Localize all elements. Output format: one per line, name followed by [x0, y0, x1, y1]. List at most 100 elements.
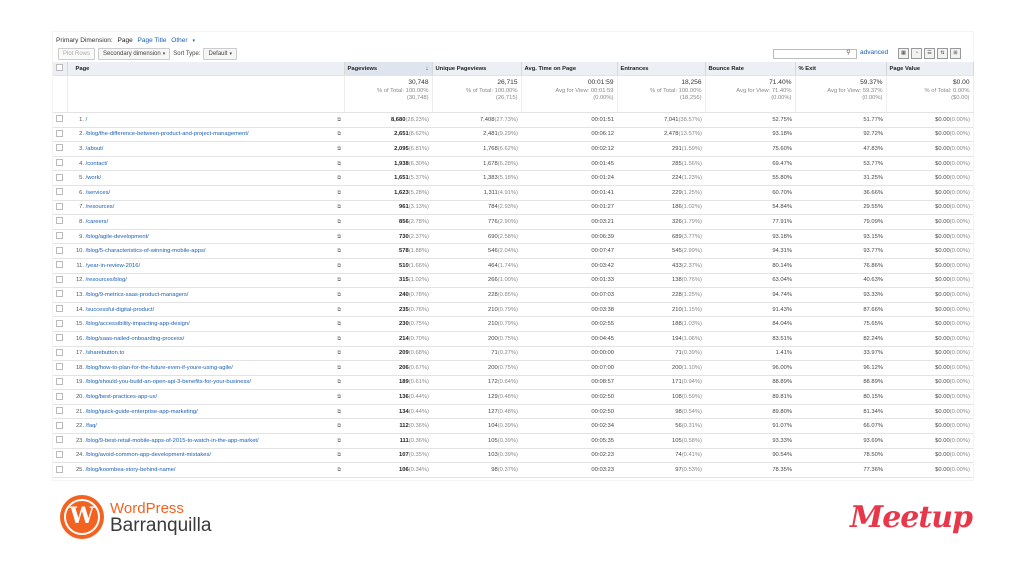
page-link[interactable]: /blog/9-metrics-saas-product-managers/ [86, 292, 189, 298]
page-link[interactable]: /work/ [86, 175, 101, 181]
comparison-view-icon[interactable]: ⇅ [937, 48, 948, 59]
external-link-icon[interactable]: ⧉ [337, 234, 341, 240]
row-checkbox[interactable] [53, 316, 67, 332]
page-link[interactable]: /about/ [86, 146, 104, 152]
external-link-icon[interactable]: ⧉ [337, 248, 341, 254]
column-header-page[interactable]: Page [67, 62, 345, 76]
page-link[interactable]: /blog/9-best-retail-mobile-apps-of-2015-… [86, 438, 259, 444]
column-header-exit[interactable]: % Exit [795, 62, 887, 76]
select-all-checkbox[interactable] [53, 62, 68, 76]
row-checkbox[interactable] [53, 418, 67, 435]
row-checkbox[interactable] [53, 375, 67, 391]
page-link[interactable]: /year-in-review-2016/ [86, 263, 140, 269]
page-link[interactable]: /resources/blog/ [86, 277, 127, 283]
external-link-icon[interactable]: ⧉ [337, 307, 341, 313]
page-link[interactable]: /contact/ [86, 161, 108, 167]
row-checkbox[interactable] [53, 331, 67, 347]
pie-view-icon[interactable]: ◔ [911, 48, 922, 59]
row-checkbox[interactable] [53, 214, 67, 230]
external-link-icon[interactable]: ⧉ [337, 409, 341, 415]
advanced-filter-link[interactable]: advanced [860, 49, 888, 56]
external-link-icon[interactable]: ⧉ [337, 219, 341, 225]
page-link[interactable]: /services/ [86, 190, 110, 196]
page-link[interactable]: /blog/avoid-common-app-development-mista… [86, 452, 211, 458]
column-header-avg-time[interactable]: Avg. Time on Page [521, 62, 618, 76]
sort-type-dropdown[interactable]: Default ▾ [203, 47, 238, 60]
column-header-bounce-rate[interactable]: Bounce Rate [705, 62, 796, 76]
row-checkbox[interactable] [53, 389, 67, 405]
page-link[interactable]: /blog/agile-development/ [86, 234, 149, 240]
external-link-icon[interactable]: ⧉ [337, 263, 341, 269]
external-link-icon[interactable]: ⧉ [337, 452, 341, 458]
row-checkbox[interactable] [53, 141, 67, 157]
external-link-icon[interactable]: ⧉ [337, 117, 341, 123]
row-checkbox[interactable] [53, 404, 67, 420]
row-index: 17. [75, 350, 84, 357]
performance-view-icon[interactable]: ☰ [924, 48, 935, 59]
total-cell: 18,256% of Total: 100.00% (18,256) [617, 75, 706, 113]
row-checkbox[interactable] [53, 156, 67, 172]
page-link[interactable]: /blog/how-to-plan-for-the-future-even-if… [86, 365, 233, 371]
page-link[interactable]: /blog/accessibility-impacting-app-design… [86, 321, 190, 327]
search-icon[interactable]: ⚲ [843, 49, 854, 57]
row-checkbox[interactable] [53, 448, 67, 464]
row-checkbox[interactable] [53, 273, 67, 289]
page-link[interactable]: /careers/ [86, 219, 109, 225]
external-link-icon[interactable]: ⧉ [337, 467, 341, 473]
page-link[interactable]: /blog/should-you-build-an-open-api-3-ben… [86, 379, 251, 385]
external-link-icon[interactable]: ⧉ [337, 292, 341, 298]
row-checkbox[interactable] [53, 229, 67, 245]
external-link-icon[interactable]: ⧉ [337, 175, 341, 181]
page-link[interactable]: /resources/ [86, 204, 115, 210]
external-link-icon[interactable]: ⧉ [337, 379, 341, 385]
external-link-icon[interactable]: ⧉ [337, 204, 341, 210]
column-header-page-value[interactable]: Page Value [886, 62, 974, 76]
external-link-icon[interactable]: ⧉ [337, 336, 341, 342]
row-checkbox[interactable] [53, 170, 67, 186]
external-link-icon[interactable]: ⧉ [337, 190, 341, 196]
page-link[interactable]: / [86, 117, 88, 123]
page-link[interactable]: /blog/quick-guide-enterprise-app-marketi… [86, 409, 198, 415]
row-checkbox[interactable] [53, 360, 67, 376]
external-link-icon[interactable]: ⧉ [337, 350, 341, 356]
dimension-page[interactable]: Page [118, 37, 133, 44]
row-checkbox[interactable] [53, 112, 67, 128]
avg-time-value: 00:07:47 [591, 248, 614, 255]
external-link-icon[interactable]: ⧉ [337, 146, 341, 152]
row-checkbox[interactable] [53, 258, 67, 274]
page-link[interactable]: /faq/ [86, 423, 97, 429]
pivot-view-icon[interactable]: ⊞ [950, 48, 961, 59]
row-checkbox[interactable] [53, 346, 67, 362]
row-checkbox[interactable] [53, 433, 67, 449]
table-view-icon[interactable]: ▦ [898, 48, 909, 59]
page-link[interactable]: /blog/5-characteristics-of-winning-mobil… [86, 248, 206, 254]
external-link-icon[interactable]: ⧉ [337, 131, 341, 137]
external-link-icon[interactable]: ⧉ [337, 394, 341, 400]
plot-rows-button[interactable]: Plot Rows [58, 47, 96, 60]
external-link-icon[interactable]: ⧉ [337, 438, 341, 444]
external-link-icon[interactable]: ⧉ [337, 321, 341, 327]
row-checkbox[interactable] [53, 302, 67, 318]
external-link-icon[interactable]: ⧉ [337, 277, 341, 283]
dimension-other[interactable]: Other ▾ [171, 37, 198, 44]
external-link-icon[interactable]: ⧉ [337, 161, 341, 167]
row-checkbox[interactable] [53, 200, 67, 216]
page-link[interactable]: /successful-digital-product/ [86, 307, 155, 313]
column-header-pageviews[interactable]: Pageviews ↓ [344, 62, 433, 76]
page-link[interactable]: /blog/saas-nailed-onboarding-process/ [86, 336, 185, 342]
secondary-dimension-dropdown[interactable]: Secondary dimension ▾ [98, 47, 171, 60]
dimension-page-title[interactable]: Page Title [138, 37, 167, 44]
row-checkbox[interactable] [53, 462, 67, 478]
row-checkbox[interactable] [53, 127, 67, 143]
page-link[interactable]: /blog/koombea-story-behind-name/ [86, 467, 176, 473]
column-header-unique-pageviews[interactable]: Unique Pageviews [432, 62, 522, 76]
column-header-entrances[interactable]: Entrances [617, 62, 706, 76]
row-checkbox[interactable] [53, 287, 67, 303]
external-link-icon[interactable]: ⧉ [337, 365, 341, 371]
page-link[interactable]: /blog/best-practices-app-ux/ [86, 394, 158, 400]
page-link[interactable]: /blog/the-difference-between-product-and… [86, 131, 249, 137]
page-link[interactable]: /sharebutton.to [86, 350, 125, 356]
row-checkbox[interactable] [53, 185, 67, 201]
external-link-icon[interactable]: ⧉ [337, 423, 341, 429]
row-checkbox[interactable] [53, 243, 67, 259]
